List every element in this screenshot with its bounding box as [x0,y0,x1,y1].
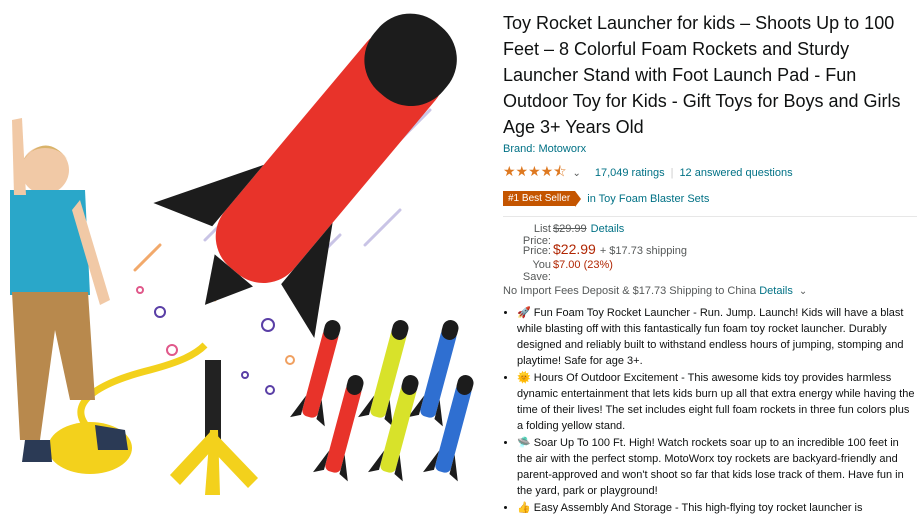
product-title: Toy Rocket Launcher for kids – Shoots Up… [503,13,901,137]
list-price-details-link[interactable]: Details [591,223,625,235]
list-item: 🌞 Hours Of Outdoor Excitement - This awe… [517,370,917,434]
divider: | [670,167,674,179]
chevron-down-icon[interactable]: ⌄ [572,168,580,179]
savings-value: $7.00 (23%) [553,259,613,271]
chevron-down-icon[interactable]: ⌄ [799,286,807,297]
list-price-row: List Price: $29.99 Details [503,223,917,247]
price-label: Price: [522,245,551,257]
small-rockets [290,320,474,482]
savings-row: You Save: $7.00 (23%) [503,259,917,283]
import-fees-text: No Import Fees Deposit & $17.73 Shipping… [503,285,757,297]
import-fees-details-link[interactable]: Details [759,285,793,297]
list-price-value: $29.99 [553,223,587,235]
list-item: 👍 Easy Assembly And Storage - This high-… [517,500,917,516]
shipping-text: + $17.73 shipping [599,245,687,257]
list-price-label: List Price: [522,223,551,247]
list-item: 🛸 Soar Up To 100 Ft. High! Watch rockets… [517,435,917,499]
list-item: 🚀 Fun Foam Toy Rocket Launcher - Run. Ju… [517,305,917,369]
price-block: List Price: $29.99 Details Price: $22.99… [503,223,917,283]
feature-bullets: 🚀 Fun Foam Toy Rocket Launcher - Run. Ju… [503,305,917,516]
bullet-text: Fun Foam Toy Rocket Launcher - Run. Jump… [517,307,904,367]
import-fees-row: No Import Fees Deposit & $17.73 Shipping… [503,285,917,297]
product-info: Toy Rocket Launcher for kids – Shoots Up… [503,10,917,517]
bullet-text: Soar Up To 100 Ft. High! Watch rockets s… [517,437,904,497]
best-seller-badge[interactable]: #1 Best Seller [503,191,582,207]
price-value: $22.99 [553,241,596,257]
savings-label: You Save: [522,259,551,283]
best-seller-row: #1 Best Seller in Toy Foam Blaster Sets [503,191,917,207]
star-rating-icon[interactable]: ★★★★⯪ [503,161,566,185]
ratings-count-link[interactable]: 17,049 ratings [595,167,665,179]
rating-row: ★★★★⯪ ⌄ 17,049 ratings | 12 answered que… [503,161,917,185]
divider [503,216,917,217]
big-rocket [153,13,457,338]
thumbs-up-icon: 👍 [517,502,531,514]
brand-link[interactable]: Brand: Motoworx [503,143,917,155]
launch-hose [77,342,208,433]
rocket-icon: 🚀 [517,307,531,319]
product-photo-illustration [10,13,474,495]
sun-icon: 🌞 [517,372,531,384]
best-seller-category-link[interactable]: in Toy Foam Blaster Sets [587,193,709,205]
launcher-stand [170,360,258,495]
ufo-icon: 🛸 [517,437,531,449]
child-figure [10,118,128,462]
product-image[interactable] [0,0,498,504]
bullet-text: Hours Of Outdoor Excitement - This aweso… [517,372,915,432]
answered-questions-link[interactable]: 12 answered questions [679,167,792,179]
price-row: Price: $22.99 + $17.73 shipping [503,241,917,259]
